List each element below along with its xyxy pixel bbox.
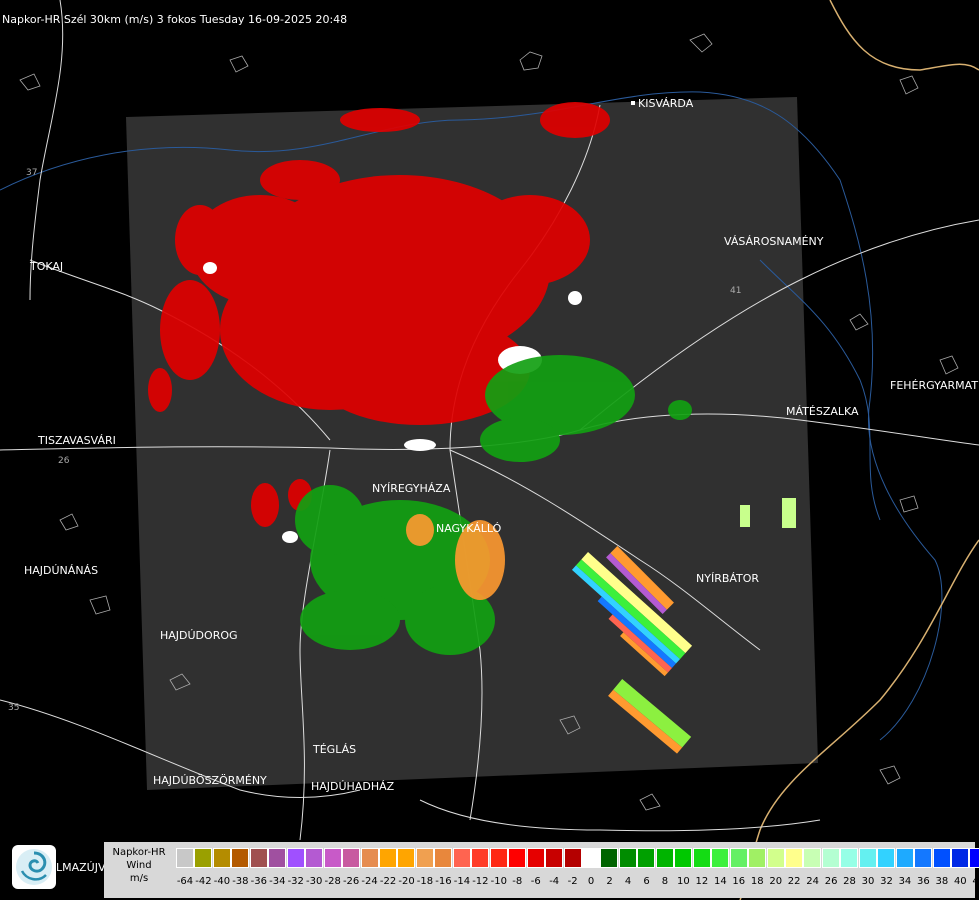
city-label: HAJDÚNÁNÁS (24, 564, 98, 577)
legend-swatch (489, 848, 508, 868)
city-label: FEHÉRGYARMAT (890, 379, 978, 392)
legend-swatch (858, 848, 877, 868)
legend-swatch (932, 848, 951, 868)
color-legend: Napkor-HR Wind m/s -64 -42 -40 -38 -36 -34 -32… (104, 842, 979, 898)
legend-swatch (951, 848, 970, 868)
city-label: HAJDÚBÖSZÖRMÉNY (153, 774, 267, 787)
legend-swatch (452, 848, 471, 868)
legend-swatch (821, 848, 840, 868)
radar-map: KISVÁRDA TOKAJ VÁSÁROSNAMÉNY FEHÉRGYARMA… (0, 0, 979, 900)
legend-title: Napkor-HR Wind m/s (104, 846, 174, 885)
legend-swatch (618, 848, 637, 868)
legend-swatch (563, 848, 582, 868)
city-label: HAJDÚHADHÁZ (311, 780, 395, 793)
legend-swatch (471, 848, 490, 868)
legend-swatch (360, 848, 379, 868)
map-title: Napkor-HR Szél 30km (m/s) 3 fokos Tuesda… (2, 13, 348, 26)
legend-swatch (249, 848, 268, 868)
legend-swatch (378, 848, 397, 868)
road-number: 37 (26, 168, 37, 178)
legend-swatch (711, 848, 730, 868)
legend-swatch (212, 848, 231, 868)
legend-ticks: -64 -42 -40 -38 -36 -34 -32 -30 -28 -26 -24 -22 -20-… (176, 876, 979, 890)
legend-swatch (342, 848, 361, 868)
city-label: TÉGLÁS (312, 743, 356, 756)
legend-title-line: Wind (126, 860, 152, 871)
legend-swatch (674, 848, 693, 868)
city-label: KISVÁRDA (638, 97, 694, 110)
city-label: TOKAJ (29, 260, 63, 273)
legend-tick-label: 42 (972, 876, 979, 887)
legend-swatch (655, 848, 674, 868)
city-label: NYÍREGYHÁZA (372, 482, 451, 495)
legend-swatch (895, 848, 914, 868)
legend-swatch (784, 848, 803, 868)
legend-swatch (766, 848, 785, 868)
legend-swatch (231, 848, 250, 868)
legend-swatch (323, 848, 342, 868)
legend-swatch (415, 848, 434, 868)
legend-swatch (803, 848, 822, 868)
legend-swatch (305, 848, 324, 868)
city-label: VÁSÁROSNAMÉNY (724, 235, 824, 248)
legend-title-line: Napkor-HR (112, 847, 166, 858)
legend-swatch (692, 848, 711, 868)
road-number: 26 (58, 456, 70, 466)
legend-swatch (914, 848, 933, 868)
city-label: HAJDÚDOROG (160, 629, 238, 642)
legend-swatch (508, 848, 527, 868)
legend-swatch (581, 848, 600, 868)
legend-swatch (637, 848, 656, 868)
legend-swatch (194, 848, 213, 868)
city-label: MÁTÉSZALKA (786, 405, 859, 418)
legend-swatch (969, 848, 979, 868)
legend-swatch (397, 848, 416, 868)
napkor-logo-icon (12, 845, 56, 889)
city-label: TISZAVASVÁRI (37, 434, 116, 447)
legend-swatch (545, 848, 564, 868)
legend-swatch (286, 848, 305, 868)
city-label: NYÍRBÁTOR (696, 572, 759, 585)
legend-swatch (840, 848, 859, 868)
legend-swatch (526, 848, 545, 868)
legend-title-line: m/s (129, 873, 149, 884)
legend-swatch (748, 848, 767, 868)
legend-swatch (268, 848, 287, 868)
road-number: 41 (730, 286, 741, 296)
city-marker (631, 101, 635, 105)
legend-swatch (600, 848, 619, 868)
road-number: 35 (8, 703, 19, 713)
legend-swatch (877, 848, 896, 868)
legend-swatches (176, 848, 979, 870)
city-label: NAGYKÁLLÓ (436, 522, 502, 535)
legend-swatch (176, 848, 194, 868)
legend-swatch (434, 848, 453, 868)
legend-swatch (729, 848, 748, 868)
